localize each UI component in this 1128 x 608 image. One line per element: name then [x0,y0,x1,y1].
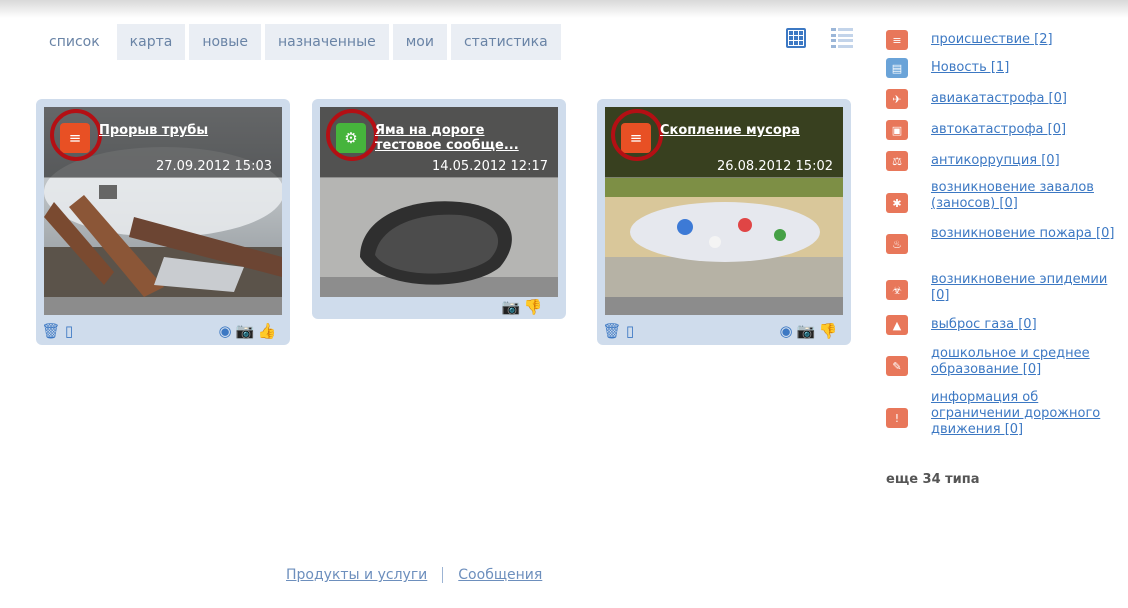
messages-link[interactable]: Сообщения [458,567,542,583]
pin-icon[interactable]: ▯ [60,321,78,341]
report-photo[interactable]: ⚙ Яма на дороге тестовое сообще... 14.05… [320,107,558,297]
tab-mine[interactable]: мои [392,24,447,60]
highlight-circle [50,109,102,161]
more-types-link[interactable]: еще 34 типа [886,472,980,487]
gas-icon: ▲ [886,315,908,335]
trash-icon[interactable]: 🗑 [41,321,60,341]
camera-icon[interactable]: 📷 [797,321,816,341]
thumbs-down-icon[interactable]: 👎 [819,321,838,341]
report-title[interactable]: Скопление мусора [660,123,838,138]
report-title[interactable]: Прорыв трубы [99,123,277,138]
card-actions: 🗑 ▯ ◉ 📷 👍 [36,321,290,343]
type-link[interactable]: возникновение пожара [0] [931,226,1116,242]
card-actions: 📷 👎 [312,297,566,319]
grid-view-icon[interactable] [784,26,808,50]
gavel-icon: ⚖ [886,151,908,171]
accident-icon: ≡ [886,30,908,50]
report-photo[interactable]: ≡ Прорыв трубы 27.09.2012 15:03 [44,107,282,315]
road-warning-icon: ! [886,408,908,428]
report-subtitle: тестовое сообще... [375,138,519,153]
list-view-icon[interactable] [830,26,854,50]
tab-map[interactable]: карта [116,24,186,60]
products-link[interactable]: Продукты и услуги [286,567,427,583]
report-date: 14.05.2012 12:17 [431,159,548,174]
type-link[interactable]: антикоррупция [0] [931,153,1116,169]
camera-icon[interactable]: 📷 [236,321,255,341]
trash-icon[interactable]: 🗑 [602,321,621,341]
card-photo-strip [605,297,843,315]
target-icon[interactable]: ◉ [216,321,234,341]
biohazard-icon: ☣ [886,280,908,300]
type-link[interactable]: Новость [1] [931,60,1116,76]
car-crash-icon: ▣ [886,120,908,140]
snowflake-icon: ✱ [886,193,908,213]
type-link[interactable]: авиакатастрофа [0] [931,91,1116,107]
plane-crash-icon: ✈ [886,89,908,109]
target-icon[interactable]: ◉ [777,321,795,341]
report-card: ≡ Прорыв трубы 27.09.2012 15:03 🗑 ▯ ◉ 📷 … [36,99,290,345]
camera-icon[interactable]: 📷 [502,297,521,317]
type-link[interactable]: возникновение завалов (заносов) [0] [931,180,1116,212]
type-link[interactable]: автокатастрофа [0] [931,122,1116,138]
type-link[interactable]: информация об ограничении дорожного движ… [931,390,1116,438]
footer: Продукты и услуги Сообщения [286,567,542,583]
report-title-text: Яма на дороге [375,123,485,138]
report-card: ⚙ Яма на дороге тестовое сообще... 14.05… [312,99,566,319]
tab-statistics[interactable]: статистика [450,24,561,60]
highlight-circle [326,109,378,161]
thumbs-down-icon[interactable]: 👎 [524,297,543,317]
report-date: 26.08.2012 15:02 [716,159,833,174]
card-photo-strip [44,297,282,315]
news-icon: ▤ [886,58,908,78]
card-actions: 🗑 ▯ ◉ 📷 👎 [597,321,851,343]
report-date: 27.09.2012 15:03 [155,159,272,174]
type-link[interactable]: выброс газа [0] [931,317,1116,333]
type-link[interactable]: происшествие [2] [931,32,1116,48]
fire-icon: ♨ [886,234,908,254]
pin-icon[interactable]: ▯ [621,321,639,341]
thumbs-up-icon[interactable]: 👍 [258,321,277,341]
window-top-shadow [0,0,1128,18]
education-icon: ✎ [886,356,908,376]
tab-assigned[interactable]: назначенные [264,24,389,60]
tab-list[interactable]: список [36,24,113,60]
tab-bar: список карта новые назначенные мои стати… [36,24,565,60]
type-link[interactable]: возникновение эпидемии [0] [931,272,1116,304]
report-photo[interactable]: ≡ Скопление мусора 26.08.2012 15:02 [605,107,843,315]
footer-separator [442,567,444,583]
report-card: ≡ Скопление мусора 26.08.2012 15:02 🗑 ▯ … [597,99,851,345]
tab-new[interactable]: новые [189,24,261,60]
report-title[interactable]: Яма на дороге тестовое сообще... [375,123,553,153]
type-link[interactable]: дошкольное и среднее образование [0] [931,346,1116,378]
highlight-circle [611,109,663,161]
